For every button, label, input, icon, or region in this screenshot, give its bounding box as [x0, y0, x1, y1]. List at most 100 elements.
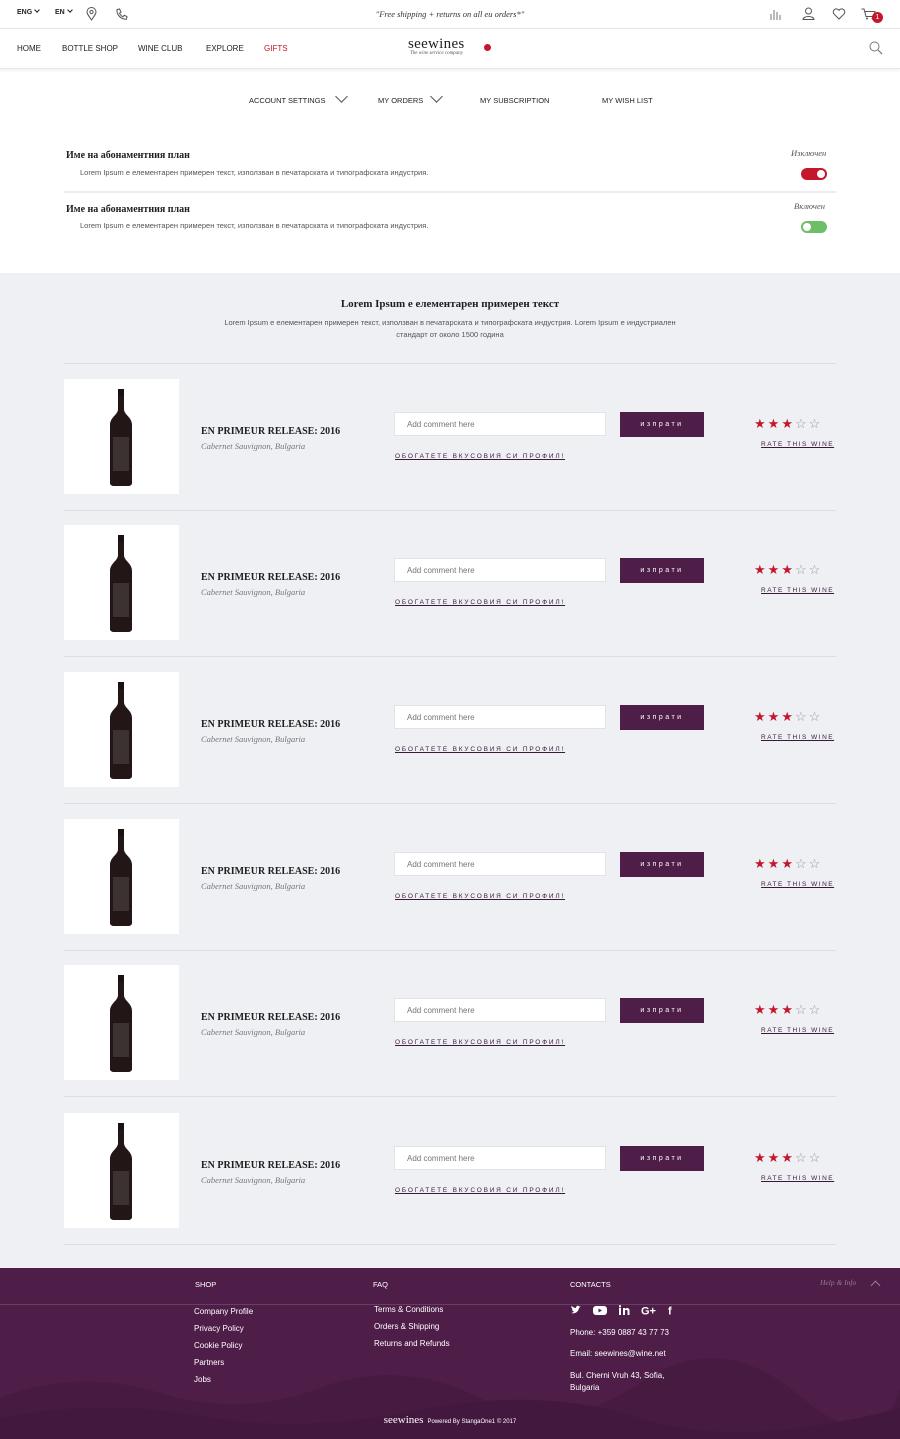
wine-bottle-image[interactable] [64, 1113, 179, 1228]
wine-bottle-image[interactable] [64, 672, 179, 787]
footer-phone[interactable]: Phone: +359 0887 43 77 73 [570, 1328, 669, 1337]
user-icon[interactable] [802, 7, 815, 20]
send-button[interactable]: изпрати [620, 852, 704, 877]
star-empty-icon[interactable]: ☆ [809, 416, 823, 431]
footer-link-cookie-policy[interactable]: Cookie Policy [194, 1341, 242, 1350]
wine-bottle-image[interactable] [64, 525, 179, 640]
rating-stars[interactable]: ★★★☆☆ [754, 563, 822, 576]
star-filled-icon[interactable]: ★ [781, 416, 795, 431]
star-filled-icon[interactable]: ★ [754, 1002, 768, 1017]
subscription-toggle[interactable] [801, 221, 827, 233]
wine-name[interactable]: EN PRIMEUR RELEASE: 2016 [201, 866, 340, 877]
linkedin-icon[interactable] [619, 1305, 630, 1315]
heart-icon[interactable] [832, 8, 846, 20]
rate-this-wine-link[interactable]: RATE THIS WINE [761, 1027, 834, 1034]
star-empty-icon[interactable]: ☆ [809, 1150, 823, 1165]
chevron-up-icon[interactable] [870, 1280, 881, 1291]
nav-bottle-shop[interactable]: BOTTLE SHOP [62, 44, 118, 53]
star-filled-icon[interactable]: ★ [781, 856, 795, 871]
comment-input[interactable] [394, 412, 606, 436]
star-empty-icon[interactable]: ☆ [795, 1150, 809, 1165]
star-filled-icon[interactable]: ★ [768, 709, 782, 724]
footer-logo[interactable]: seewines [384, 1414, 424, 1426]
rate-this-wine-link[interactable]: RATE THIS WINE [761, 441, 834, 448]
rating-stars[interactable]: ★★★☆☆ [754, 1151, 822, 1164]
site-logo[interactable]: seewines The wine service company [408, 36, 491, 56]
star-filled-icon[interactable]: ★ [768, 562, 782, 577]
enrich-taste-profile-link[interactable]: обогатете вкусовия си профил! [395, 1187, 565, 1194]
comment-input[interactable] [394, 705, 606, 729]
comment-input[interactable] [394, 998, 606, 1022]
star-filled-icon[interactable]: ★ [754, 709, 768, 724]
star-filled-icon[interactable]: ★ [768, 1150, 782, 1165]
rate-this-wine-link[interactable]: RATE THIS WINE [761, 881, 834, 888]
footer-email[interactable]: Email: seewines@wine.net [570, 1349, 666, 1358]
nav-wine-club[interactable]: WINE CLUB [138, 44, 182, 53]
star-empty-icon[interactable]: ☆ [795, 1002, 809, 1017]
tab-my-orders[interactable]: MY ORDERS [378, 96, 423, 105]
enrich-taste-profile-link[interactable]: обогатете вкусовия си профил! [395, 599, 565, 606]
wine-name[interactable]: EN PRIMEUR RELEASE: 2016 [201, 572, 340, 583]
wine-bottle-image[interactable] [64, 379, 179, 494]
send-button[interactable]: изпрати [620, 998, 704, 1023]
youtube-icon[interactable] [593, 1306, 607, 1315]
chevron-down-icon[interactable] [335, 90, 348, 103]
star-filled-icon[interactable]: ★ [768, 1002, 782, 1017]
enrich-taste-profile-link[interactable]: обогатете вкусовия си профил! [395, 1039, 565, 1046]
rate-this-wine-link[interactable]: RATE THIS WINE [761, 734, 834, 741]
star-empty-icon[interactable]: ☆ [809, 1002, 823, 1017]
wine-name[interactable]: EN PRIMEUR RELEASE: 2016 [201, 426, 340, 437]
googleplus-icon[interactable]: G+ [641, 1306, 656, 1317]
star-empty-icon[interactable]: ☆ [809, 562, 823, 577]
star-filled-icon[interactable]: ★ [754, 1150, 768, 1165]
rating-stars[interactable]: ★★★☆☆ [754, 710, 822, 723]
tab-account-settings[interactable]: ACCOUNT SETTINGS [249, 96, 326, 105]
rating-stars[interactable]: ★★★☆☆ [754, 417, 822, 430]
footer-link-privacy-policy[interactable]: Privacy Policy [194, 1324, 244, 1333]
footer-link-jobs[interactable]: Jobs [194, 1375, 211, 1384]
rating-stars[interactable]: ★★★☆☆ [754, 857, 822, 870]
send-button[interactable]: изпрати [620, 705, 704, 730]
footer-link-terms[interactable]: Terms & Conditions [374, 1305, 443, 1314]
star-filled-icon[interactable]: ★ [768, 856, 782, 871]
facebook-icon[interactable]: f [668, 1306, 672, 1317]
footer-link-orders-shipping[interactable]: Orders & Shipping [374, 1322, 439, 1331]
wine-name[interactable]: EN PRIMEUR RELEASE: 2016 [201, 1012, 340, 1023]
star-empty-icon[interactable]: ☆ [795, 416, 809, 431]
star-filled-icon[interactable]: ★ [754, 856, 768, 871]
nav-home[interactable]: HOME [17, 44, 41, 53]
footer-link-company-profile[interactable]: Company Profile [194, 1307, 253, 1316]
send-button[interactable]: изпрати [620, 558, 704, 583]
star-empty-icon[interactable]: ☆ [795, 709, 809, 724]
star-empty-icon[interactable]: ☆ [795, 562, 809, 577]
star-filled-icon[interactable]: ★ [754, 562, 768, 577]
rate-this-wine-link[interactable]: RATE THIS WINE [761, 587, 834, 594]
star-filled-icon[interactable]: ★ [781, 1150, 795, 1165]
enrich-taste-profile-link[interactable]: обогатете вкусовия си профил! [395, 453, 565, 460]
star-filled-icon[interactable]: ★ [781, 709, 795, 724]
chevron-down-icon[interactable] [430, 90, 443, 103]
help-info-link[interactable]: Help & Info [820, 1278, 856, 1287]
wine-bottle-image[interactable] [64, 819, 179, 934]
star-empty-icon[interactable]: ☆ [809, 709, 823, 724]
enrich-taste-profile-link[interactable]: обогатете вкусовия си профил! [395, 746, 565, 753]
wine-name[interactable]: EN PRIMEUR RELEASE: 2016 [201, 1160, 340, 1171]
star-empty-icon[interactable]: ☆ [809, 856, 823, 871]
star-filled-icon[interactable]: ★ [754, 416, 768, 431]
star-filled-icon[interactable]: ★ [781, 562, 795, 577]
footer-link-partners[interactable]: Partners [194, 1358, 224, 1367]
nav-gifts[interactable]: GIFTS [264, 44, 288, 53]
search-icon[interactable] [869, 41, 883, 55]
comment-input[interactable] [394, 1146, 606, 1170]
star-filled-icon[interactable]: ★ [768, 416, 782, 431]
comment-input[interactable] [394, 558, 606, 582]
footer-link-returns-refunds[interactable]: Returns and Refunds [374, 1339, 450, 1348]
send-button[interactable]: изпрати [620, 412, 704, 437]
star-empty-icon[interactable]: ☆ [795, 856, 809, 871]
star-filled-icon[interactable]: ★ [781, 1002, 795, 1017]
wine-name[interactable]: EN PRIMEUR RELEASE: 2016 [201, 719, 340, 730]
comment-input[interactable] [394, 852, 606, 876]
send-button[interactable]: изпрати [620, 1146, 704, 1171]
rate-this-wine-link[interactable]: RATE THIS WINE [761, 1175, 834, 1182]
subscription-toggle[interactable] [801, 168, 827, 180]
